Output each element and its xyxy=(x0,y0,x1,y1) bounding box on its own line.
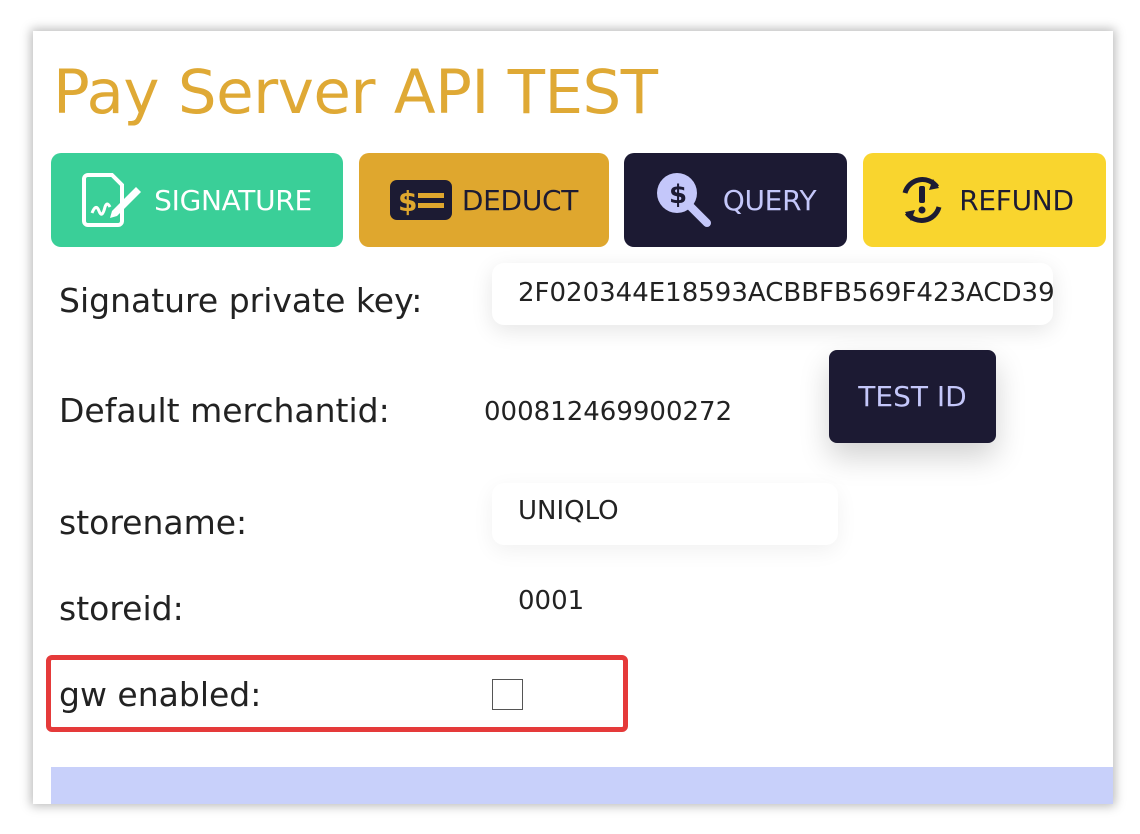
money-bill-icon: $ xyxy=(389,180,452,220)
query-button-label: QUERY xyxy=(722,183,817,217)
refund-alert-icon xyxy=(895,173,949,227)
storename-input[interactable]: UNIQLO xyxy=(492,483,838,545)
storeid-label: storeid: xyxy=(59,589,184,628)
signature-document-icon xyxy=(82,171,144,229)
page-title: Pay Server API TEST xyxy=(53,57,658,128)
signature-button[interactable]: SIGNATURE xyxy=(51,153,343,247)
deduct-button-label: DEDUCT xyxy=(461,183,579,217)
refund-button-label: REFUND xyxy=(959,183,1074,217)
gw-enabled-label: gw enabled: xyxy=(59,675,262,714)
dollar-search-icon: $ xyxy=(655,171,713,229)
storeid-value: 0001 xyxy=(518,586,585,616)
merchantid-label: Default merchantid: xyxy=(59,391,390,430)
deduct-button[interactable]: $ DEDUCT xyxy=(359,153,609,247)
gw-enabled-checkbox[interactable] xyxy=(492,679,523,710)
svg-text:$: $ xyxy=(398,185,417,218)
refund-button[interactable]: REFUND xyxy=(863,153,1106,247)
footer-bar xyxy=(51,767,1113,804)
app-window: Pay Server API TEST SIGNATURE $ DEDUCT $… xyxy=(33,31,1113,804)
private-key-input[interactable]: 2F020344E18593ACBBFB569F423ACD39 xyxy=(492,263,1053,325)
storename-label: storename: xyxy=(59,503,248,542)
svg-text:$: $ xyxy=(669,180,687,210)
test-id-button[interactable]: TEST ID xyxy=(829,350,996,443)
private-key-label: Signature private key: xyxy=(59,281,423,320)
merchantid-value: 000812469900272 xyxy=(484,397,733,427)
query-button[interactable]: $ QUERY xyxy=(624,153,847,247)
signature-button-label: SIGNATURE xyxy=(154,183,312,217)
